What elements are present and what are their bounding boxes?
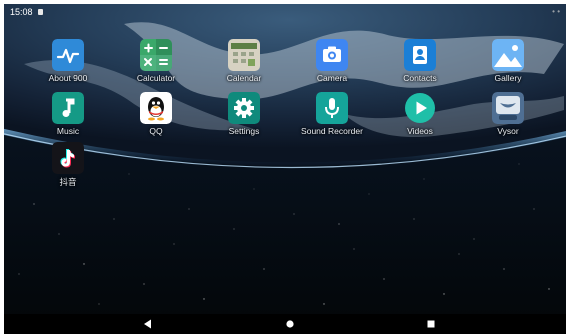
app-label: Gallery xyxy=(494,73,522,83)
app-label: Calendar xyxy=(226,73,262,83)
app-label: Calculator xyxy=(136,73,176,83)
app-label: QQ xyxy=(149,126,163,136)
app-vysor[interactable]: Vysor xyxy=(466,92,550,142)
music-note-icon xyxy=(52,92,84,124)
app-label: Camera xyxy=(316,73,348,83)
app-camera[interactable]: Camera xyxy=(290,39,374,89)
calculator-icon xyxy=(140,39,172,71)
app-about-900[interactable]: About 900 xyxy=(26,39,110,89)
waveform-icon xyxy=(52,39,84,71)
recents-button[interactable] xyxy=(416,314,446,334)
app-videos[interactable]: Videos xyxy=(378,92,462,142)
tiktok-icon xyxy=(52,142,84,174)
navigation-bar xyxy=(4,314,566,334)
image-icon xyxy=(492,39,524,71)
app-settings[interactable]: Settings xyxy=(202,92,286,142)
camera-icon xyxy=(316,39,348,71)
app-label: Sound Recorder xyxy=(301,126,363,136)
back-triangle-icon xyxy=(144,319,151,329)
app-label: About 900 xyxy=(48,73,88,83)
sd-card-icon xyxy=(38,9,43,15)
contact-card-icon xyxy=(404,39,436,71)
app-qq[interactable]: QQ xyxy=(114,92,198,142)
app-label: Music xyxy=(56,126,80,136)
calendar-icon xyxy=(228,39,260,71)
home-circle-icon xyxy=(286,320,294,328)
app-label: Vysor xyxy=(497,126,519,136)
app-label: Settings xyxy=(228,126,260,136)
penguin-icon xyxy=(140,92,172,124)
microphone-icon xyxy=(316,92,348,124)
app-music[interactable]: Music xyxy=(26,92,110,142)
back-button[interactable] xyxy=(133,314,163,334)
play-icon xyxy=(404,92,436,124)
app-label: Videos xyxy=(407,126,433,136)
gear-icon xyxy=(228,92,260,124)
app-label: 抖音 xyxy=(59,177,77,187)
status-bar: 15:08 • • xyxy=(4,4,566,20)
app-calendar[interactable]: Calendar xyxy=(202,39,286,89)
app-contacts[interactable]: Contacts xyxy=(378,39,462,89)
app-calculator[interactable]: Calculator xyxy=(114,39,198,89)
status-time: 15:08 xyxy=(10,7,33,17)
eye-icon xyxy=(492,92,524,124)
app-label: Contacts xyxy=(403,73,437,83)
app-douyin[interactable]: 抖音 xyxy=(26,142,110,192)
recents-square-icon xyxy=(427,320,435,328)
android-home-screen: 15:08 • • About 900 Calculator Calendar … xyxy=(4,4,566,334)
app-gallery[interactable]: Gallery xyxy=(466,39,550,89)
status-indicators: • • xyxy=(552,7,560,16)
home-button[interactable] xyxy=(275,314,305,334)
app-sound-recorder[interactable]: Sound Recorder xyxy=(290,92,374,142)
